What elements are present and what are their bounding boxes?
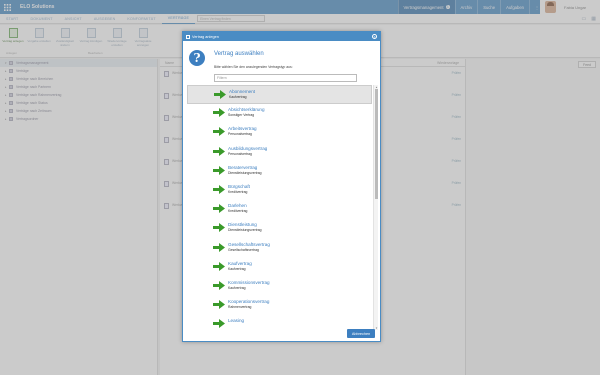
- contract-type-list: Abonnement Kaufvertrag Absichtserklärung So…: [187, 85, 372, 330]
- item-name: Ausbildungsvertrag: [228, 145, 268, 151]
- item-name: Absichtserklärung: [228, 107, 265, 113]
- list-item[interactable]: Gesellschaftsvertrag Gesellschaftsvertrag: [187, 239, 372, 258]
- arrow-right-icon: [213, 184, 225, 194]
- list-item[interactable]: Kooperationsvertrag Rahmenvertrag: [187, 296, 372, 315]
- item-type: Sonstiger Vertrag: [228, 113, 255, 118]
- item-name: Arbeitsvertrag: [228, 126, 257, 132]
- item-type: Kreditvertrag: [228, 189, 248, 194]
- item-name: Kommissionsvertrag: [228, 279, 270, 285]
- contract-icon: [186, 34, 190, 39]
- item-name: Kooperationsvertrag: [228, 299, 270, 305]
- dialog-subtitle: Bitte wählen Sie den anzulegenden Vertra…: [214, 65, 293, 69]
- cancel-button[interactable]: Abbrechen: [347, 329, 375, 338]
- arrow-right-icon: [213, 204, 225, 214]
- arrow-right-icon: [213, 127, 225, 137]
- arrow-right-icon: [213, 280, 225, 290]
- list-item[interactable]: Bürgschaft Kreditvertrag: [187, 181, 372, 200]
- item-type: Gesellschaftsvertrag: [228, 247, 259, 252]
- item-texts: Kommissionsvertrag Kaufvertrag: [228, 280, 270, 290]
- item-type: Kaufvertrag: [228, 266, 246, 271]
- item-texts: Gesellschaftsvertrag Gesellschaftsvertrag: [228, 242, 270, 252]
- arrow-right-icon: [213, 300, 225, 310]
- item-texts: Abonnement Kaufvertrag: [229, 89, 255, 99]
- arrow-right-icon: [214, 90, 226, 99]
- scrollbar[interactable]: ▴ ▾: [373, 85, 378, 330]
- filter-input[interactable]: Filtern: [214, 74, 357, 82]
- list-item[interactable]: Kommissionsvertrag Kaufvertrag: [187, 277, 372, 296]
- item-type: Rahmenvertrag: [228, 305, 252, 310]
- item-texts: Dienstleistung Dienstleistungsvertrag: [228, 222, 262, 232]
- arrow-right-icon: [213, 319, 225, 329]
- arrow-right-icon: [213, 108, 225, 118]
- select-contract-dialog: Vertrag anlegen × ? Vertrag auswählen Bi…: [182, 31, 381, 342]
- list-item[interactable]: Kaufvertrag Kaufvertrag: [187, 258, 372, 277]
- item-type: Personalvertrag: [228, 151, 252, 156]
- item-name: Kaufvertrag: [228, 260, 252, 266]
- list-item[interactable]: Ausbildungsvertrag Personalvertrag: [187, 143, 372, 162]
- question-icon: ?: [189, 50, 205, 66]
- item-name: Beratervertrag: [228, 164, 258, 170]
- arrow-right-icon: [213, 146, 225, 156]
- list-item[interactable]: Absichtserklärung Sonstiger Vertrag: [187, 104, 372, 123]
- item-texts: Kooperationsvertrag Rahmenvertrag: [228, 299, 269, 309]
- arrow-right-icon: [213, 261, 225, 271]
- item-name: Darlehen: [228, 203, 247, 209]
- item-texts: Arbeitsvertrag Personalvertrag: [228, 126, 257, 136]
- list-item[interactable]: Dienstleistung Dienstleistungsvertrag: [187, 219, 372, 238]
- item-texts: Bürgschaft Kreditvertrag: [228, 184, 250, 194]
- item-texts: Leasing: [228, 318, 244, 324]
- arrow-right-icon: [213, 165, 225, 175]
- item-texts: Darlehen Kreditvertrag: [228, 203, 247, 213]
- list-item[interactable]: Abonnement Kaufvertrag: [187, 85, 372, 105]
- scroll-thumb[interactable]: [375, 89, 378, 199]
- item-texts: Beratervertrag Dienstleistungsvertrag: [228, 165, 262, 175]
- dialog-heading: Vertrag auswählen: [214, 51, 264, 57]
- item-type: Dienstleistungsvertrag: [228, 228, 262, 233]
- list-item[interactable]: Arbeitsvertrag Personalvertrag: [187, 123, 372, 142]
- item-name: Abonnement: [229, 89, 256, 94]
- item-type: Dienstleistungsvertrag: [228, 170, 262, 175]
- item-texts: Kaufvertrag Kaufvertrag: [228, 261, 252, 271]
- arrow-right-icon: [213, 242, 225, 252]
- dialog-title: Vertrag anlegen: [192, 34, 219, 39]
- list-item[interactable]: Leasing: [187, 315, 372, 330]
- item-type: Kreditvertrag: [228, 209, 248, 214]
- item-type: Kaufvertrag: [228, 285, 246, 290]
- item-texts: Absichtserklärung Sonstiger Vertrag: [228, 107, 265, 117]
- close-icon[interactable]: ×: [372, 34, 377, 39]
- item-texts: Ausbildungsvertrag Personalvertrag: [228, 146, 267, 156]
- item-name: Gesellschaftsvertrag: [228, 241, 270, 247]
- list-item[interactable]: Beratervertrag Dienstleistungsvertrag: [187, 162, 372, 181]
- item-name: Leasing: [228, 318, 245, 324]
- dialog-titlebar: Vertrag anlegen ×: [183, 32, 380, 41]
- list-item[interactable]: Darlehen Kreditvertrag: [187, 200, 372, 219]
- item-name: Dienstleistung: [228, 222, 257, 228]
- item-type: Kaufvertrag: [229, 95, 247, 99]
- item-type: Personalvertrag: [228, 132, 252, 137]
- arrow-right-icon: [213, 223, 225, 233]
- item-name: Bürgschaft: [228, 183, 250, 189]
